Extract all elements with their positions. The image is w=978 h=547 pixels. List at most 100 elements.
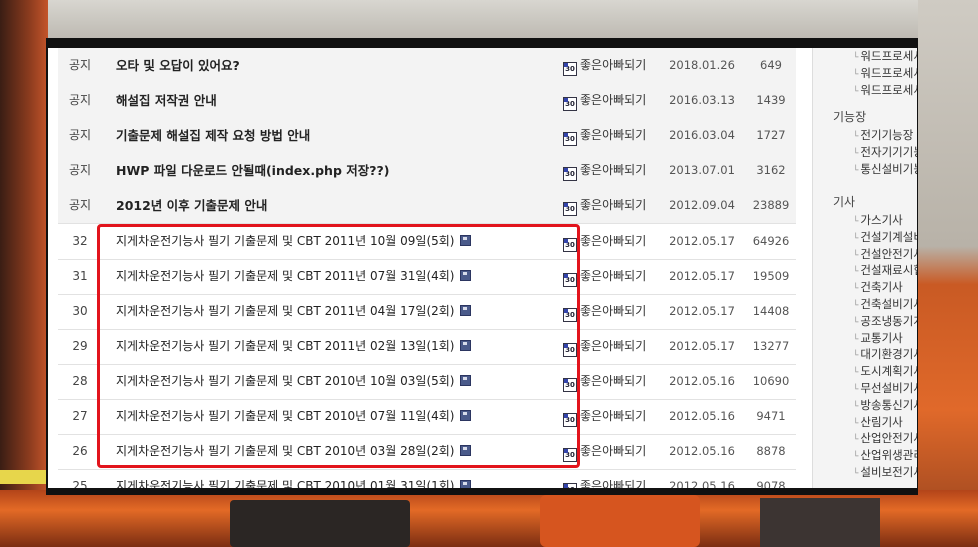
- post-date: 2012.05.16: [669, 409, 735, 423]
- sidebar-item-label[interactable]: 건설안전기사: [860, 247, 917, 261]
- post-title-text[interactable]: 기출문제 해설집 제작 요청 방법 안내: [116, 128, 310, 143]
- post-number: 32: [72, 234, 88, 248]
- post-author[interactable]: 30좋은아빠되기: [563, 48, 646, 83]
- post-title-link[interactable]: 기출문제 해설집 제작 요청 방법 안내: [116, 118, 310, 153]
- author-name[interactable]: 좋은아빠되기: [580, 409, 646, 423]
- sidebar-item[interactable]: └ 산림기사: [853, 414, 903, 430]
- sidebar-item-label[interactable]: 전기기능장: [860, 128, 913, 142]
- author-name[interactable]: 좋은아빠되기: [580, 269, 646, 283]
- sidebar-item[interactable]: └공조냉동기계: [853, 313, 917, 329]
- post-date: 2012.05.16: [669, 479, 735, 488]
- author-name[interactable]: 좋은아빠되기: [580, 163, 646, 177]
- author-name[interactable]: 좋은아빠되기: [580, 444, 646, 458]
- sidebar-item-label[interactable]: 공조냉동기계: [860, 314, 917, 328]
- notice-row: 공지 HWP 파일 다운로드 안될때(index.php 저장??) 30 좋은아빠되…: [58, 153, 796, 189]
- sidebar-item-label[interactable]: 워드프로세서: [860, 49, 917, 63]
- post-hits: 64926: [752, 234, 790, 248]
- author-name[interactable]: 좋은아빠되기: [580, 93, 646, 107]
- post-title-link[interactable]: 오타 및 오답이 있어요?: [116, 48, 240, 83]
- sidebar-item[interactable]: └산업안전기사: [853, 430, 917, 446]
- sidebar-item[interactable]: └ 교통기사: [853, 330, 903, 346]
- level-badge-icon: 30: [563, 62, 577, 76]
- sidebar-item-label[interactable]: 교통기사: [860, 331, 902, 345]
- sidebar-item-label[interactable]: 산림기사: [860, 415, 902, 429]
- sidebar-item[interactable]: └ 전기기능장: [853, 127, 913, 143]
- sidebar-item[interactable]: └워드프로세서: [853, 48, 917, 64]
- author-name[interactable]: 좋은아빠되기: [580, 234, 646, 248]
- sidebar-item[interactable]: └건설재료시험: [853, 262, 917, 278]
- sidebar-item-label[interactable]: 건설기계설비: [860, 230, 917, 244]
- post-title-link[interactable]: 지게차운전기능사 필기 기출문제 및 CBT 2010년 01월 31일(1회): [116, 469, 472, 488]
- sidebar-item-label[interactable]: 산업안전기사: [860, 431, 917, 445]
- post-author[interactable]: 30좋은아빠되기: [563, 153, 646, 188]
- post-author[interactable]: 30좋은아빠되기: [563, 469, 646, 488]
- sidebar-item[interactable]: └건설기계설비: [853, 229, 917, 245]
- sidebar-item[interactable]: └건설안전기사: [853, 246, 917, 262]
- sidebar-item[interactable]: └설비보전기사: [853, 464, 917, 480]
- sidebar-item-label[interactable]: 워드프로세서: [860, 83, 917, 97]
- post-title-link[interactable]: 해설집 저작권 안내: [116, 83, 217, 118]
- author-name[interactable]: 좋은아빠되기: [580, 374, 646, 388]
- sidebar-item[interactable]: └대기환경기사: [853, 346, 917, 362]
- tree-branch-icon: └: [853, 86, 859, 97]
- sidebar-item-label[interactable]: 무선설비기사: [860, 381, 917, 395]
- author-name[interactable]: 좋은아빠되기: [580, 128, 646, 142]
- sidebar-item-label[interactable]: 방송통신기사: [860, 398, 917, 412]
- post-title-text[interactable]: 2012년 이후 기출문제 안내: [116, 198, 267, 213]
- sidebar-item[interactable]: └전자기기기능: [853, 144, 917, 160]
- author-name[interactable]: 좋은아빠되기: [580, 339, 646, 353]
- post-hits: 10690: [752, 374, 790, 388]
- author-name[interactable]: 좋은아빠되기: [580, 304, 646, 318]
- sidebar-item-label[interactable]: 워드프로세서: [860, 66, 917, 80]
- sidebar-item-label[interactable]: 건축설비기사: [860, 297, 917, 311]
- post-hits: 8878: [756, 444, 786, 458]
- sidebar-item-label[interactable]: 전자기기기능: [860, 145, 917, 159]
- sidebar-item[interactable]: └워드프로세서: [853, 65, 917, 81]
- post-hits: 1727: [756, 128, 786, 142]
- post-date: 2012.09.04: [669, 198, 735, 212]
- notice-row: 공지 해설집 저작권 안내 30 좋은아빠되기 2016.03.13 1439: [58, 83, 796, 119]
- post-author[interactable]: 30좋은아빠되기: [563, 188, 646, 223]
- tree-branch-icon: └: [853, 351, 859, 362]
- background-forklift-orange: [540, 495, 700, 547]
- sidebar-item[interactable]: └도시계획기사: [853, 363, 917, 379]
- sidebar-item[interactable]: └방송통신기사: [853, 397, 917, 413]
- sidebar-item[interactable]: └ 건축기사: [853, 279, 903, 295]
- sidebar-item-label[interactable]: 통신설비기능: [860, 162, 917, 176]
- post-title-link[interactable]: HWP 파일 다운로드 안될때(index.php 저장??): [116, 153, 389, 188]
- sidebar-item[interactable]: └산업위생관리: [853, 447, 917, 463]
- post-number: 25: [72, 479, 88, 488]
- post-date: 2012.05.17: [669, 269, 735, 283]
- sidebar-item-label[interactable]: 산업위생관리: [860, 448, 917, 462]
- notice-row: 공지 2012년 이후 기출문제 안내 30 좋은아빠되기 2012.09.04 2388…: [58, 188, 796, 224]
- tree-branch-icon: └: [853, 233, 859, 244]
- post-number: 공지: [68, 58, 92, 72]
- author-name[interactable]: 좋은아빠되기: [580, 58, 646, 72]
- sidebar-item[interactable]: └통신설비기능: [853, 161, 917, 177]
- sidebar-item-label[interactable]: 건설재료시험: [860, 263, 917, 277]
- notice-row: 공지 기출문제 해설집 제작 요청 방법 안내 30 좋은아빠되기 2016.03.04…: [58, 118, 796, 154]
- sidebar-item-label[interactable]: 도시계획기사: [860, 364, 917, 378]
- post-title-link[interactable]: 2012년 이후 기출문제 안내: [116, 188, 267, 223]
- sidebar-item-label[interactable]: 설비보전기사: [860, 465, 917, 479]
- post-author[interactable]: 30좋은아빠되기: [563, 83, 646, 118]
- sidebar-item-label[interactable]: 건축기사: [860, 280, 902, 294]
- post-title-text[interactable]: 해설집 저작권 안내: [116, 93, 217, 108]
- sidebar-item[interactable]: └워드프로세서: [853, 82, 917, 98]
- post-author[interactable]: 30좋은아빠되기: [563, 118, 646, 153]
- sidebar-item[interactable]: └ 가스기사: [853, 212, 903, 228]
- sidebar-item-label[interactable]: 가스기사: [860, 213, 902, 227]
- post-number: 26: [72, 444, 88, 458]
- sidebar-item-label[interactable]: 대기환경기사: [860, 347, 917, 361]
- author-name[interactable]: 좋은아빠되기: [580, 198, 646, 212]
- level-badge-icon: 30: [563, 167, 577, 181]
- post-title-text[interactable]: 오타 및 오답이 있어요?: [116, 58, 240, 73]
- author-name[interactable]: 좋은아빠되기: [580, 479, 646, 488]
- post-number: 29: [72, 339, 88, 353]
- post-number: 공지: [68, 93, 92, 107]
- post-title-text[interactable]: 지게차운전기능사 필기 기출문제 및 CBT 2010년 01월 31일(1회): [116, 479, 454, 488]
- post-title-text[interactable]: HWP 파일 다운로드 안될때(index.php 저장??): [116, 163, 389, 178]
- tree-branch-icon: └: [853, 385, 859, 395]
- sidebar-item[interactable]: └건축설비기사: [853, 296, 917, 312]
- sidebar-item[interactable]: └무선설비기사: [853, 380, 917, 396]
